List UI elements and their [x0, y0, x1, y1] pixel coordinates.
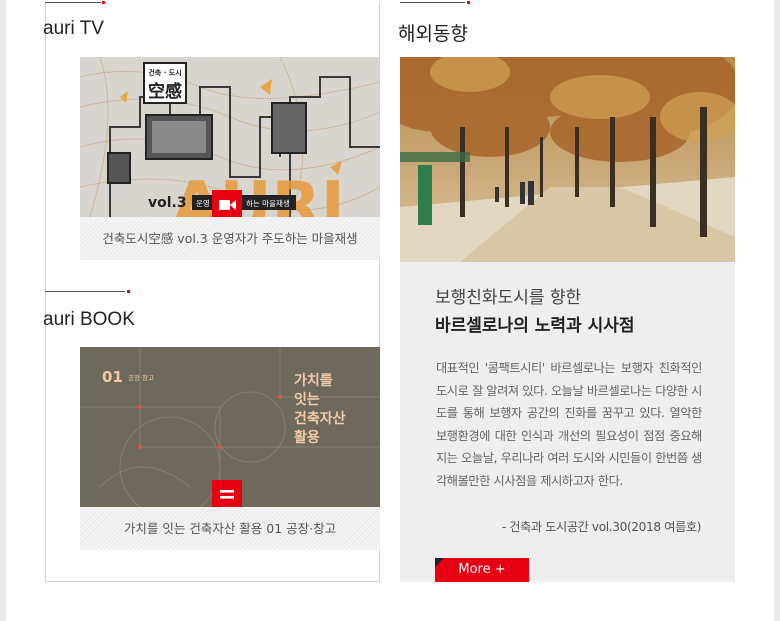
auri-tv-caption[interactable]: 건축도시空感 vol.3 운영자가 주도하는 마을재생 [80, 217, 380, 260]
overseas-headline[interactable]: 바르셀로나의 노력과 시사점 [435, 311, 635, 336]
auri-book-caption[interactable]: 가치를 잇는 건축자산 활용 01 공장·창고 [80, 507, 380, 550]
tv-poster-heading: 건축 · 도시 [148, 68, 181, 77]
tv-title-rule [45, 2, 101, 3]
more-button[interactable]: More + [435, 558, 529, 582]
book-cover-tag: 공장·창고 [128, 373, 154, 382]
overseas-source: - 건축과 도시공간 vol.30(2018 여름호) [501, 520, 702, 534]
book-cover-line: 가치를 [294, 373, 333, 389]
video-camera-icon [212, 190, 242, 227]
overseas-title-dot [467, 1, 470, 4]
border-gap-tv [46, 56, 80, 290]
overseas-subtitle: 보행친화도시를 향한 [435, 288, 582, 308]
book-cover-number: 01 [102, 368, 123, 386]
book-title-rule [45, 291, 125, 292]
tv-side-rule [45, 56, 46, 290]
overseas-photo[interactable] [400, 57, 735, 262]
book-cover-line: 건축자산 [294, 410, 346, 427]
auri-tv-title: auri TV [43, 18, 104, 39]
border-gap-book [46, 347, 80, 581]
book-cover-line: 활용 [294, 429, 320, 446]
book-cover-line: 잇는 [294, 391, 320, 408]
tv-title-dot [102, 1, 105, 4]
book-lines-icon [212, 480, 242, 517]
tv-poster-sub-b: 하는 마을재생 [246, 198, 290, 208]
book-title-dot [127, 290, 130, 293]
book-side-rule [45, 347, 46, 582]
overseas-title: 해외동향 [398, 24, 468, 45]
overseas-body: 대표적인 '콤팩트시티' 바르셀로나는 보행자 친화적인 도시로 잘 알려져 있… [436, 361, 702, 488]
park-photo-art [400, 57, 735, 262]
tv-poster-vol: vol.3 [148, 195, 187, 211]
auri-book-title: auri BOOK [43, 309, 135, 330]
tv-poster-title: 空感 [148, 81, 182, 102]
tv-poster-sub-a: 운영 [196, 198, 210, 208]
overseas-title-rule [400, 2, 465, 3]
